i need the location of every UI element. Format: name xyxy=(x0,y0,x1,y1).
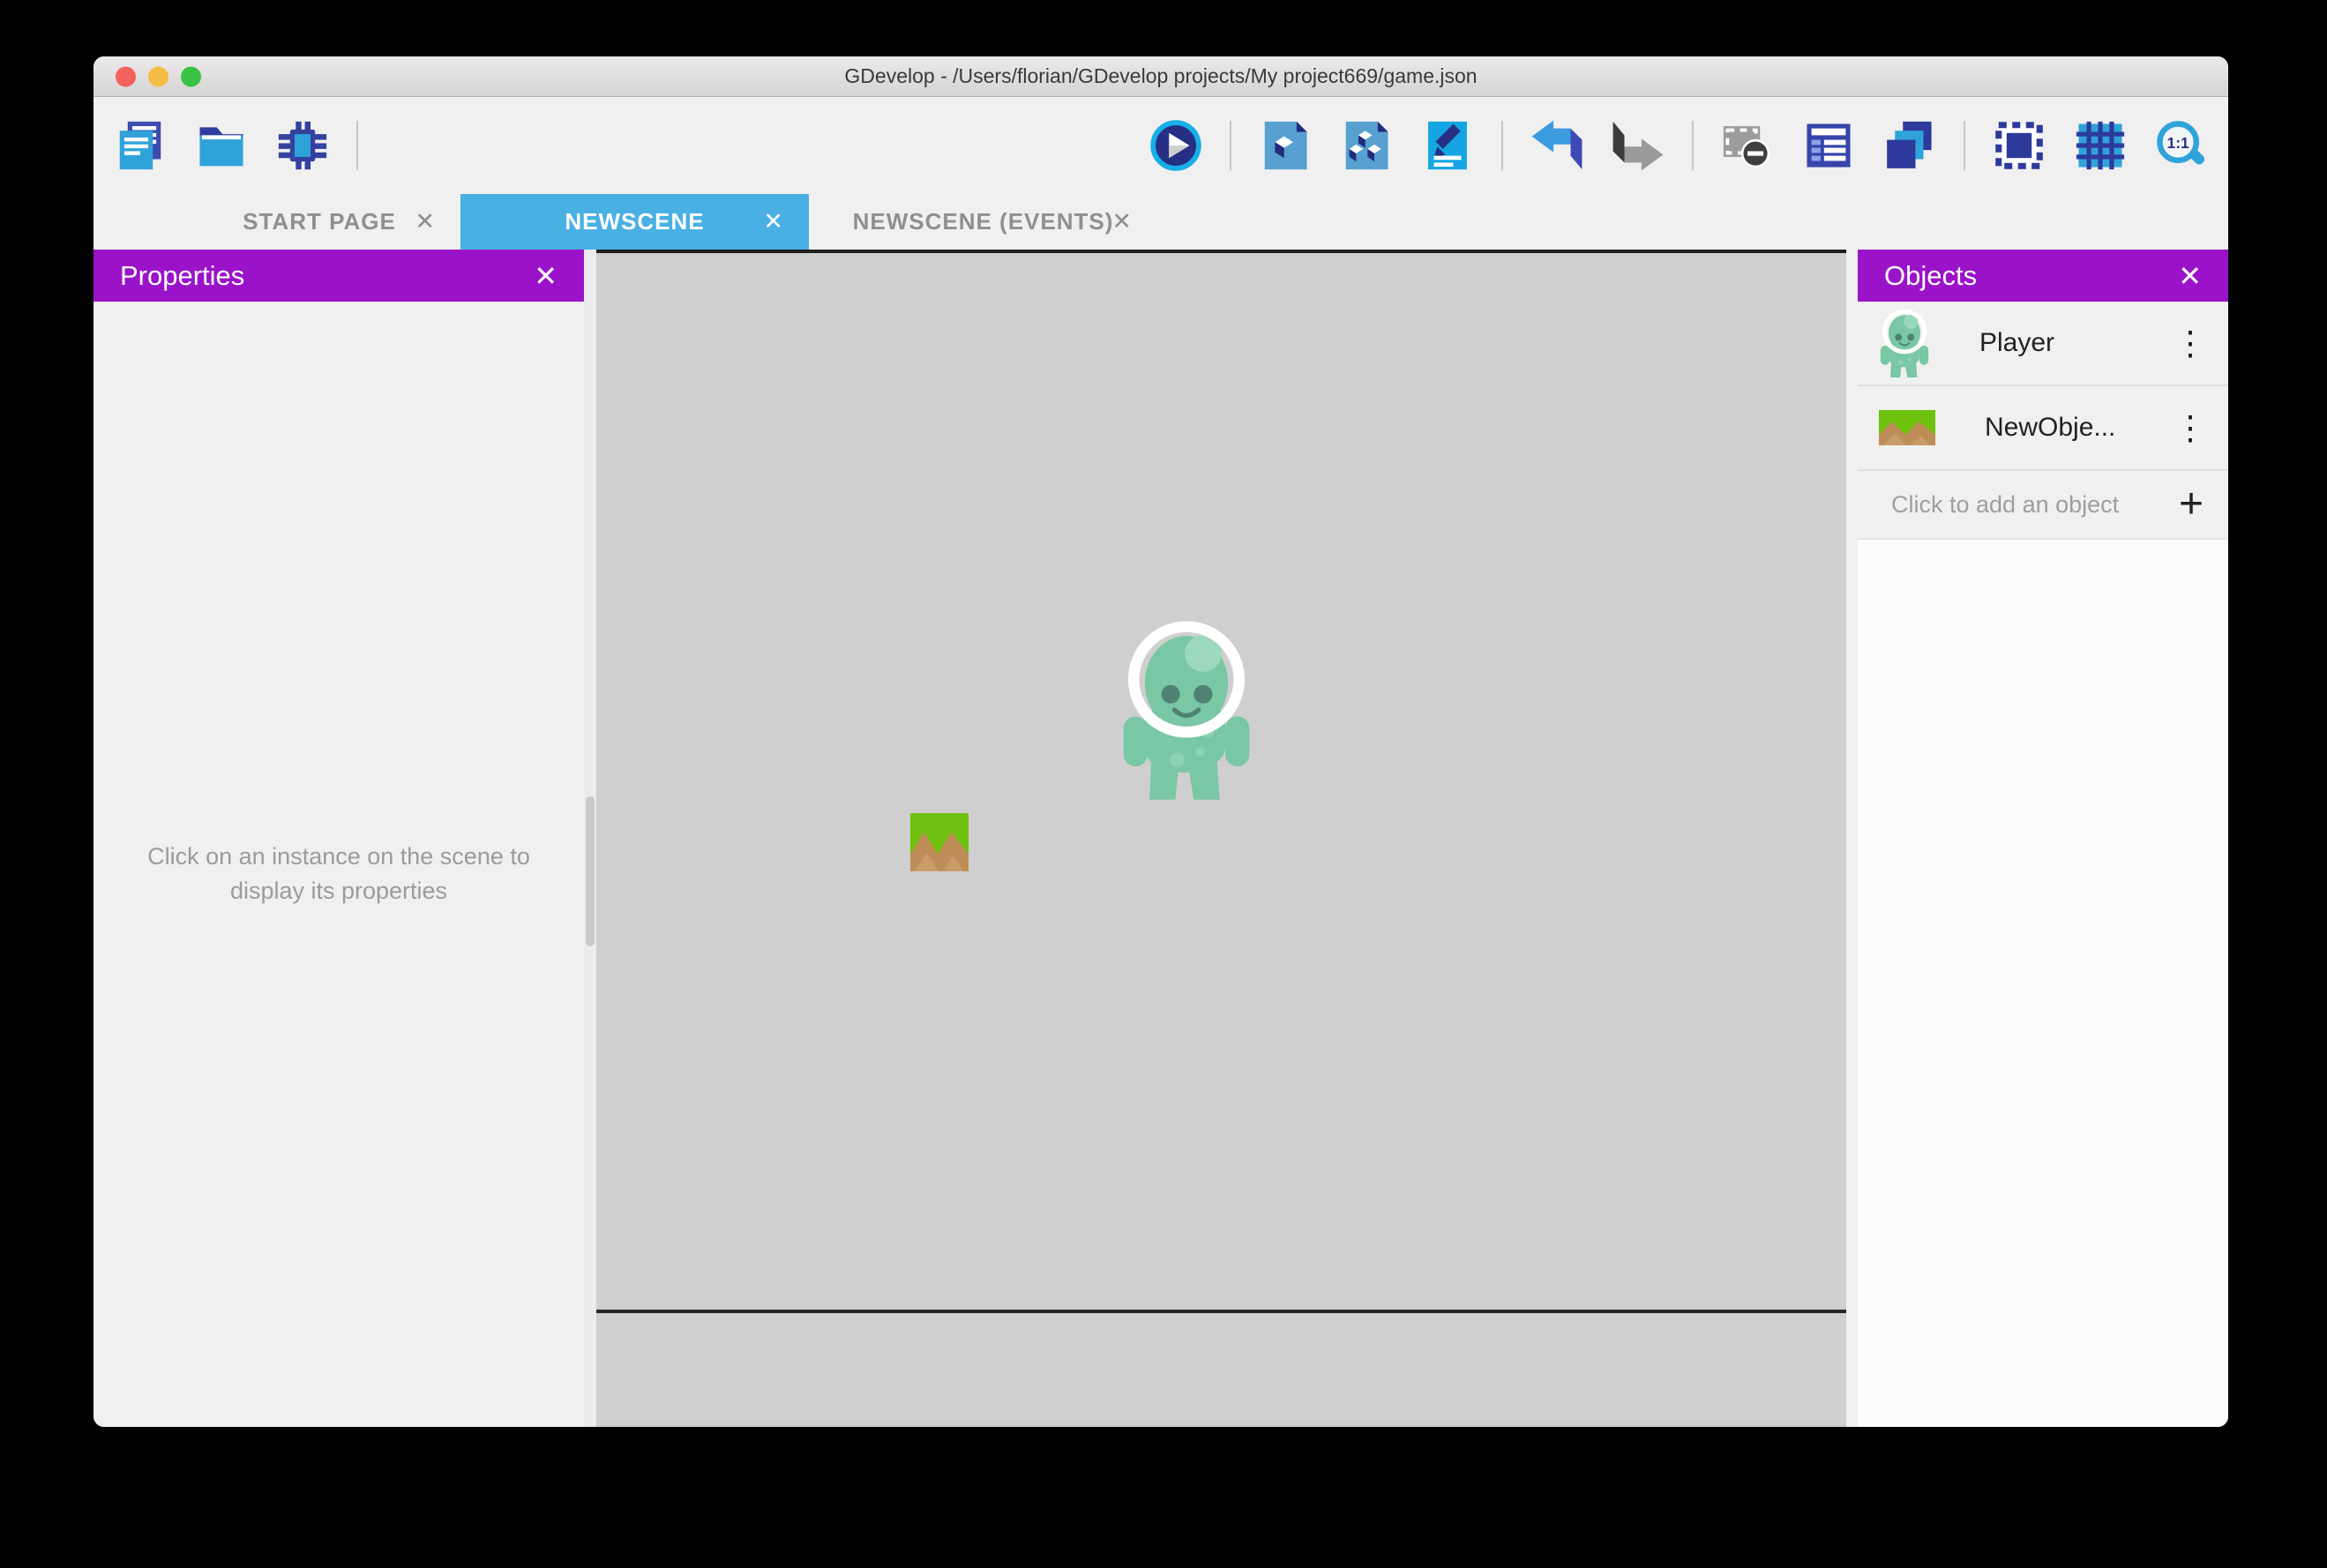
close-window-button[interactable] xyxy=(116,66,136,86)
properties-scrollbar[interactable] xyxy=(584,250,596,1427)
grass-platform-instance[interactable] xyxy=(910,813,969,871)
window-title: GDevelop - /Users/florian/GDevelop proje… xyxy=(844,64,1478,87)
tab-close-icon[interactable]: ✕ xyxy=(763,208,784,235)
window-mask-icon[interactable] xyxy=(1992,118,2046,173)
kebab-menu-icon[interactable]: ⋮ xyxy=(2172,408,2209,448)
close-icon[interactable]: ✕ xyxy=(534,262,557,290)
properties-panel-header: Properties ✕ xyxy=(94,250,584,302)
player-sprite-icon xyxy=(1879,307,1930,379)
object-row-player[interactable]: Player ⋮ xyxy=(1858,302,2228,386)
scene-window-border-line xyxy=(596,1310,1846,1313)
objects-panel-empty-area xyxy=(1858,540,2228,1427)
toolbar-separator xyxy=(1964,121,1965,170)
svg-text:1:1: 1:1 xyxy=(2167,134,2189,152)
objects-editor-icon[interactable] xyxy=(1258,118,1313,173)
object-label: NewObje... xyxy=(1985,413,2116,442)
properties-panel: Properties ✕ Click on an instance on the… xyxy=(94,250,584,1427)
toolbar-separator xyxy=(356,121,358,170)
zoom-1-1-icon[interactable]: 1:1 xyxy=(2154,118,2209,173)
toolbar-right-group: 1:1 xyxy=(1149,118,2209,173)
undo-icon[interactable] xyxy=(1530,118,1584,173)
objects-panel-title: Objects xyxy=(1884,259,1978,291)
main-toolbar: 1:1 xyxy=(94,97,2228,194)
instances-list-icon[interactable] xyxy=(1801,118,1856,173)
plus-icon[interactable]: + xyxy=(2179,483,2204,526)
traffic-lights xyxy=(116,66,201,86)
player-sprite-instance[interactable] xyxy=(1120,615,1253,804)
grid-icon[interactable] xyxy=(2073,118,2128,173)
object-groups-icon[interactable] xyxy=(1339,118,1394,173)
grass-platform-icon xyxy=(1879,410,1935,445)
panel-divider xyxy=(1846,250,1858,1427)
gdevelop-window: GDevelop - /Users/florian/GDevelop proje… xyxy=(94,56,2228,1427)
objects-panel: Objects ✕ Player ⋮ NewObje... ⋮ Click to… xyxy=(1858,250,2228,1427)
new-project-icon[interactable] xyxy=(113,118,168,173)
layers-editor-icon[interactable] xyxy=(1882,118,1937,173)
close-icon[interactable]: ✕ xyxy=(2178,262,2202,290)
add-object-row[interactable]: Click to add an object + xyxy=(1858,471,2228,540)
tab-label: NEWSCENE xyxy=(565,208,705,235)
object-row-newobject[interactable]: NewObje... ⋮ xyxy=(1858,386,2228,471)
title-bar[interactable]: GDevelop - /Users/florian/GDevelop proje… xyxy=(94,56,2228,97)
preview-play-icon[interactable] xyxy=(1149,118,1203,173)
tab-label: NEWSCENE (EVENTS) xyxy=(852,208,1114,235)
toolbar-left-group xyxy=(113,118,358,173)
object-label: Player xyxy=(1979,328,2055,357)
redo-icon[interactable] xyxy=(1611,118,1665,173)
properties-empty-hint: Click on an instance on the scene to dis… xyxy=(147,843,530,905)
tab-newscene-events[interactable]: NEWSCENE (EVENTS) ✕ xyxy=(809,194,1157,250)
editor-content: Properties ✕ Click on an instance on the… xyxy=(94,250,2228,1427)
zoom-window-button[interactable] xyxy=(181,66,201,86)
objects-panel-header: Objects ✕ xyxy=(1858,250,2228,302)
add-object-hint: Click to add an object xyxy=(1891,490,2120,518)
delete-instances-icon[interactable] xyxy=(1720,118,1775,173)
tab-start-page[interactable]: START PAGE ✕ xyxy=(178,194,460,250)
scene-canvas[interactable] xyxy=(596,250,1846,1427)
scrollbar-thumb[interactable] xyxy=(586,796,595,946)
kebab-menu-icon[interactable]: ⋮ xyxy=(2172,324,2209,363)
scene-properties-icon[interactable] xyxy=(1420,118,1475,173)
tab-close-icon[interactable]: ✕ xyxy=(1111,208,1133,235)
properties-panel-title: Properties xyxy=(120,259,245,291)
open-project-icon[interactable] xyxy=(194,118,249,173)
properties-panel-body: Click on an instance on the scene to dis… xyxy=(94,302,584,1427)
toolbar-separator xyxy=(1501,121,1503,170)
tab-bar: START PAGE ✕ NEWSCENE ✕ NEWSCENE (EVENTS… xyxy=(94,194,2228,250)
tab-label: START PAGE xyxy=(243,208,396,235)
tab-newscene[interactable]: NEWSCENE ✕ xyxy=(460,194,809,250)
tab-close-icon[interactable]: ✕ xyxy=(415,208,436,235)
toolbar-separator xyxy=(1692,121,1694,170)
minimize-window-button[interactable] xyxy=(148,66,168,86)
toolbar-separator xyxy=(1230,121,1231,170)
debugger-icon[interactable] xyxy=(275,118,330,173)
